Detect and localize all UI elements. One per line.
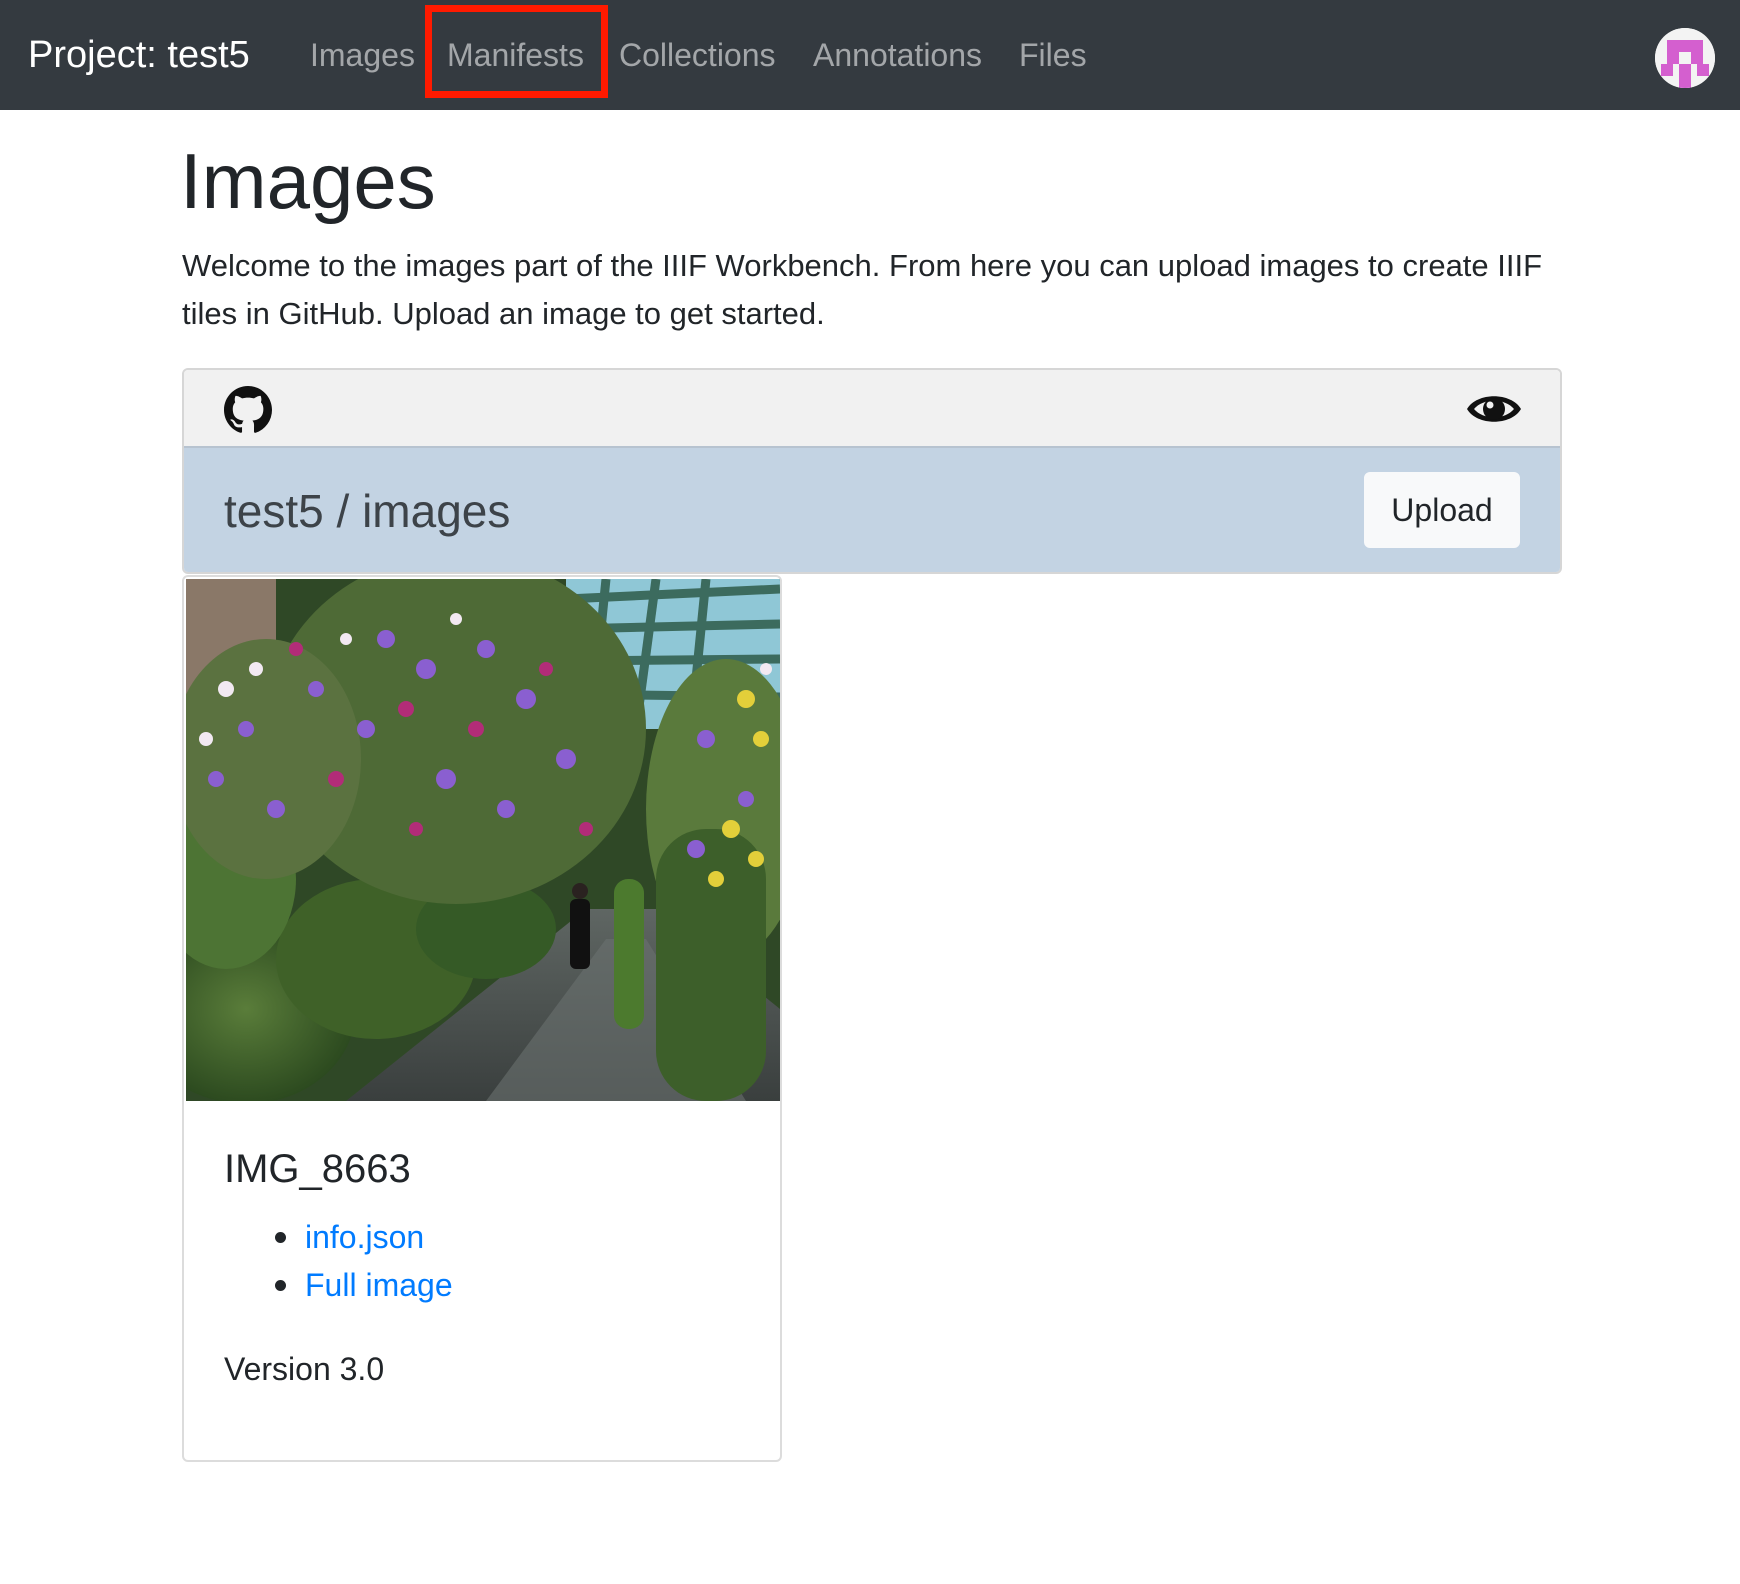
nav-images[interactable]: Images (310, 33, 415, 77)
eye-icon[interactable] (1465, 388, 1523, 430)
list-item: Full image (224, 1261, 453, 1309)
bullet-icon (275, 1232, 286, 1243)
page-title: Images (180, 137, 436, 225)
image-thumbnail[interactable] (186, 579, 780, 1101)
image-links: info.json Full image (224, 1213, 453, 1309)
bullet-icon (275, 1280, 286, 1291)
list-item: info.json (224, 1213, 453, 1261)
image-card: IMG_8663 info.json Full image Version 3.… (182, 575, 782, 1462)
project-brand[interactable]: Project: test5 (28, 30, 250, 80)
intro-text: Welcome to the images part of the IIIF W… (182, 248, 1543, 331)
panel-toolbar (184, 370, 1560, 448)
manifests-highlight-box (425, 5, 608, 98)
github-icon[interactable] (224, 386, 272, 434)
identicon-avatar-icon (1655, 28, 1715, 88)
image-title: IMG_8663 (224, 1147, 411, 1191)
full-image-link[interactable]: Full image (305, 1267, 453, 1303)
nav-annotations[interactable]: Annotations (813, 33, 982, 77)
repository-panel: test5 / images Upload (182, 368, 1562, 574)
upload-button[interactable]: Upload (1364, 472, 1520, 548)
user-avatar[interactable] (1655, 28, 1715, 88)
top-navbar: Project: test5 Images Manifests Collecti… (0, 0, 1740, 110)
info-json-link[interactable]: info.json (305, 1219, 424, 1255)
nav-collections[interactable]: Collections (619, 33, 776, 77)
version-label: Version 3.0 (224, 1351, 385, 1387)
repo-path: test5 / images (224, 485, 511, 537)
panel-header: test5 / images Upload (184, 448, 1560, 572)
nav-files[interactable]: Files (1019, 33, 1087, 77)
